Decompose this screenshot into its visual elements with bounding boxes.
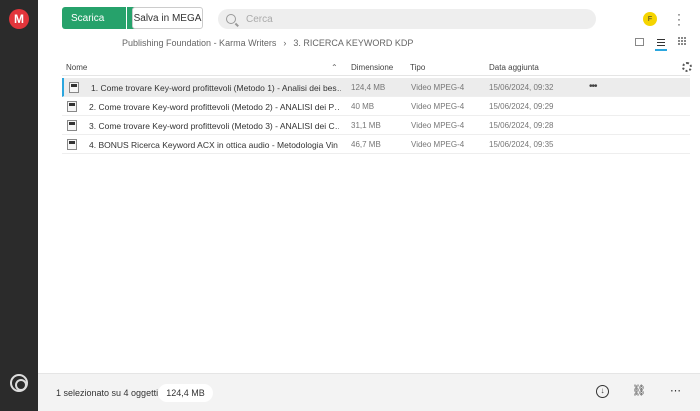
file-size: 124,4 MB — [351, 83, 386, 92]
file-type: Video MPEG-4 — [411, 140, 465, 149]
table-header: Nome ⌃ Dimensione Tipo Data aggiunta — [62, 58, 690, 76]
table-row[interactable]: 3. Come trovare Key-word profittevoli (M… — [62, 116, 690, 135]
thumbnail-view-icon[interactable] — [635, 38, 644, 46]
search-placeholder: Cerca — [246, 13, 273, 25]
sort-asc-icon[interactable]: ⌃ — [331, 63, 338, 72]
more-options-icon[interactable]: · · · — [676, 8, 682, 30]
breadcrumb-current: 3. RICERCA KEYWORD KDP — [293, 38, 414, 48]
file-date: 15/06/2024, 09:28 — [489, 121, 554, 130]
file-date: 15/06/2024, 09:32 — [489, 83, 554, 92]
column-type[interactable]: Tipo — [410, 63, 425, 72]
save-in-mega-button[interactable]: Salva in MEGA — [132, 7, 203, 29]
more-options-icon[interactable]: ⋯ — [669, 385, 682, 398]
video-file-icon — [69, 82, 79, 93]
selection-size-badge: 124,4 MB — [158, 384, 213, 402]
file-name: 3. Come trovare Key-word profittevoli (M… — [89, 121, 339, 131]
search-icon — [226, 14, 236, 24]
file-name: 1. Come trovare Key-word profittevoli (M… — [91, 83, 341, 93]
link-icon[interactable]: ⛓ — [632, 385, 646, 398]
avatar[interactable]: F — [643, 12, 657, 26]
selection-count: 1 selezionato su 4 oggetti — [56, 388, 159, 398]
breadcrumb: Publishing Foundation - Karma Writers › … — [122, 38, 413, 48]
row-more-icon[interactable]: ••• — [589, 81, 597, 92]
file-size: 31,1 MB — [351, 121, 381, 130]
column-settings-icon[interactable] — [682, 62, 692, 72]
file-name: 2. Come trovare Key-word profittevoli (M… — [89, 102, 339, 112]
search-input[interactable]: Cerca — [218, 9, 596, 29]
breadcrumb-separator: › — [283, 38, 287, 48]
table-row[interactable]: 4. BONUS Ricerca Keyword ACX in ottica a… — [62, 135, 690, 154]
column-size[interactable]: Dimensione — [351, 63, 393, 72]
column-date[interactable]: Data aggiunta — [489, 63, 539, 72]
list-view-icon[interactable] — [655, 37, 667, 51]
left-sidebar: M — [0, 0, 38, 411]
table-row[interactable]: 2. Come trovare Key-word profittevoli (M… — [62, 97, 690, 116]
file-size: 46,7 MB — [351, 140, 381, 149]
file-name: 4. BONUS Ricerca Keyword ACX in ottica a… — [89, 140, 339, 150]
settings-logo-icon[interactable] — [10, 374, 28, 392]
file-type: Video MPEG-4 — [411, 102, 465, 111]
file-date: 15/06/2024, 09:29 — [489, 102, 554, 111]
breadcrumb-parent[interactable]: Publishing Foundation - Karma Writers — [122, 38, 276, 48]
video-file-icon — [67, 101, 77, 112]
column-name[interactable]: Nome — [66, 63, 87, 72]
selection-footer: 1 selezionato su 4 oggetti 124,4 MB ↓ ⛓ … — [38, 373, 700, 411]
file-date: 15/06/2024, 09:35 — [489, 140, 554, 149]
video-file-icon — [67, 120, 77, 131]
video-file-icon — [67, 139, 77, 150]
download-icon[interactable]: ↓ — [596, 385, 609, 398]
grid-view-icon[interactable] — [678, 37, 687, 46]
main-panel: Scarica ⌄ Salva in MEGA Cerca F ··· Publ… — [38, 0, 700, 411]
table-row[interactable]: 1. Come trovare Key-word profittevoli (M… — [62, 78, 690, 97]
file-type: Video MPEG-4 — [411, 121, 465, 130]
file-type: Video MPEG-4 — [411, 83, 465, 92]
file-size: 40 MB — [351, 102, 375, 111]
mega-logo-icon[interactable]: M — [9, 9, 29, 29]
download-button[interactable]: Scarica — [62, 7, 126, 29]
